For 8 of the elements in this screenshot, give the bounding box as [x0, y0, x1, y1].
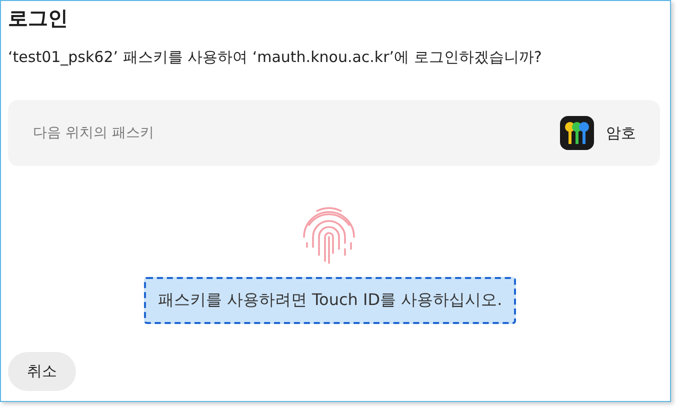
dialog-message: ‘test01_psk62’ 패스키를 사용하여 ‘mauth.knou.ac.kr’에 로그인하겠습니까?: [8, 48, 542, 67]
passkey-source-label: 다음 위치의 패스키: [33, 124, 154, 142]
touch-id-prompt: 패스키를 사용하려면 Touch ID를 사용하십시오.: [144, 277, 516, 324]
dialog-title: 로그인: [8, 5, 68, 32]
cancel-button[interactable]: 취소: [8, 352, 76, 391]
passkey-option-label: 암호: [606, 124, 636, 142]
keys-app-icon: [560, 116, 594, 150]
passkey-source-card[interactable]: 다음 위치의 패스키 암호: [8, 100, 660, 166]
